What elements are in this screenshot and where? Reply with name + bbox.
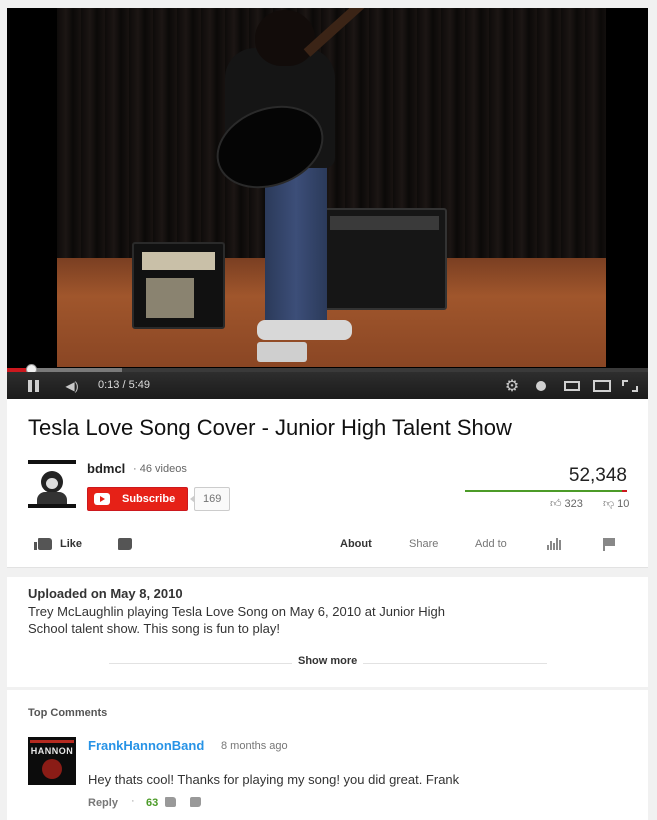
video-info-card: Tesla Love Song Cover - Junior High Tale… [7,399,648,568]
report-button[interactable] [603,525,615,563]
thumbs-up-icon [34,538,52,550]
channel-avatar[interactable] [28,460,76,508]
dislike-count: 10 [617,498,630,510]
view-count: 52,348 [568,465,627,486]
show-more-button[interactable]: Show more [292,655,364,667]
like-button[interactable]: Like [34,525,83,563]
stats-icon [547,538,561,550]
video-count[interactable]: · 46 videos [133,463,187,475]
youtube-logo-icon [94,493,110,505]
tab-add-to[interactable]: Add to [475,525,507,563]
fullscreen-icon[interactable] [620,372,640,399]
pause-icon[interactable] [25,372,41,399]
video-frame[interactable] [57,8,606,367]
upload-date: Uploaded on May 8, 2010 [28,586,183,601]
large-player-icon[interactable] [592,372,612,399]
comment-thumbs-down-icon[interactable] [190,797,201,807]
flag-icon [603,537,615,551]
comment-time[interactable]: 8 months ago [221,740,288,752]
like-count-display: 👍︎ 323 [550,497,583,510]
thumbs-up-icon: 👍︎ [550,498,562,510]
thumbs-down-icon: 👎︎ [603,498,615,510]
performer-shoes [257,320,352,340]
player-controls: ◀) 0:13 / 5:49 ⚙ [7,372,648,399]
sentiment-bar [465,490,627,492]
description-text: Trey McLaughlin playing Tesla Love Song … [28,604,445,636]
tab-share[interactable]: Share [409,525,438,563]
video-player[interactable]: ◀) 0:13 / 5:49 ⚙ [7,8,648,399]
comment-author[interactable]: FrankHannonBand [88,738,204,753]
time-display: 0:13 / 5:49 [98,379,150,391]
separator-dot: · [131,795,135,807]
dislike-count-display: 👎︎ 10 [603,497,629,510]
dislike-button[interactable] [118,525,132,563]
video-count-label: 46 videos [139,463,187,475]
small-amplifier [132,242,225,329]
subscribe-label: Subscribe [122,493,176,505]
channel-name[interactable]: bdmcl [87,461,125,476]
like-label: Like [60,538,83,550]
volume-icon[interactable]: ◀) [62,372,82,399]
subscriber-count: 169 [189,487,231,511]
effects-pedal [257,342,307,362]
stats-button[interactable] [547,525,561,563]
subscribe-button[interactable]: Subscribe [87,487,188,511]
performer-head [255,10,315,66]
small-player-icon[interactable] [563,372,581,399]
comment-like-count: 63 [146,797,159,809]
reply-button[interactable]: Reply [88,797,118,809]
comments-card: Top Comments HANNON FrankHannonBand 8 mo… [7,690,648,820]
gear-icon[interactable]: ⚙ [503,372,521,399]
like-ratio-fill [465,490,623,492]
watch-later-icon[interactable] [533,372,549,399]
thumbs-down-icon [118,538,132,550]
commenter-avatar[interactable]: HANNON [28,737,76,785]
like-count: 323 [564,498,583,510]
description-card: Uploaded on May 8, 2010 Trey McLaughlin … [7,577,648,687]
video-title: Tesla Love Song Cover - Junior High Tale… [28,415,512,440]
comment-text: Hey thats cool! Thanks for playing my so… [88,772,460,787]
comments-heading: Top Comments [28,707,108,719]
avatar-logo-text: HANNON [30,746,74,756]
action-row: Like About Share Add to [7,525,648,563]
large-amplifier [322,208,447,310]
tab-about[interactable]: About [340,525,372,563]
comment-thumbs-up-icon[interactable] [165,797,176,807]
